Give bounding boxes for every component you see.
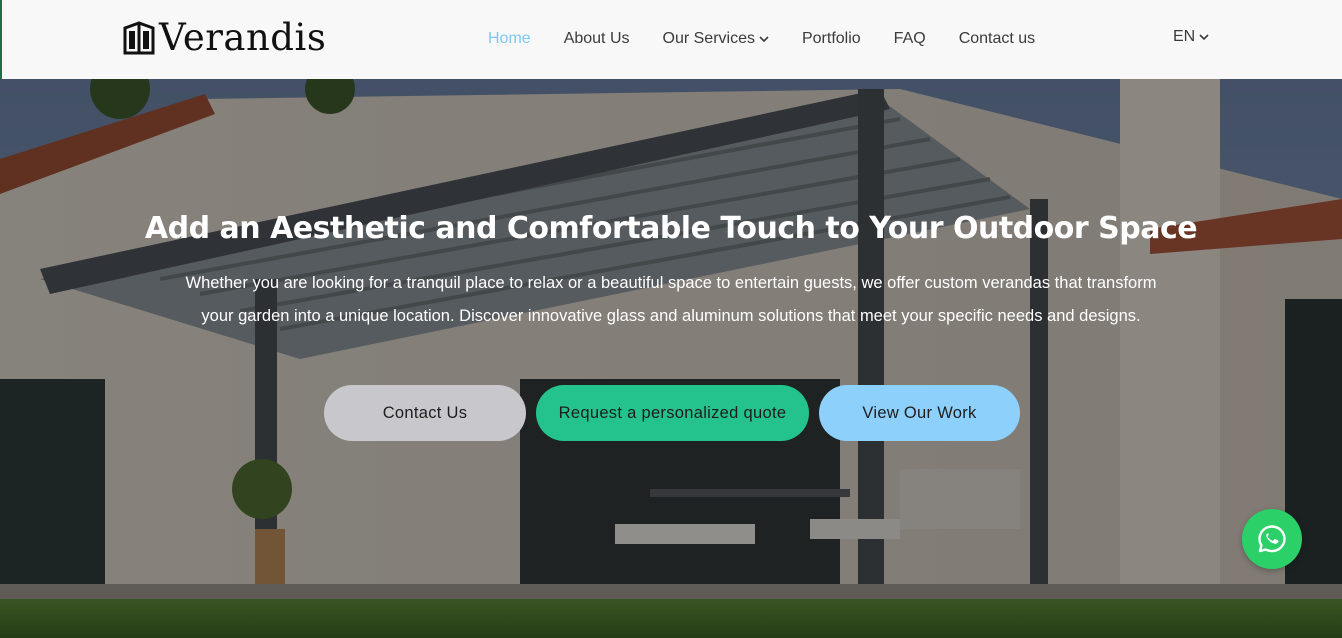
nav-contact-us[interactable]: Contact us xyxy=(959,28,1035,50)
brand-name: Verandis xyxy=(159,16,327,59)
language-label: EN xyxy=(1173,28,1196,45)
nav-about-us[interactable]: About Us xyxy=(564,28,630,50)
whatsapp-chat-button[interactable] xyxy=(1242,509,1302,569)
nav-portfolio[interactable]: Portfolio xyxy=(802,28,861,50)
brand-logo[interactable]: Verandis xyxy=(121,18,326,58)
view-our-work-button[interactable]: View Our Work xyxy=(819,385,1020,441)
main-nav: Home About Us Our Services Portfolio FAQ… xyxy=(488,28,1068,50)
hero-subtitle: Whether you are looking for a tranquil p… xyxy=(185,274,1157,325)
nav-our-services-label: Our Services xyxy=(662,30,755,47)
nav-faq[interactable]: FAQ xyxy=(894,28,926,50)
nav-our-services[interactable]: Our Services xyxy=(663,28,769,50)
contact-us-button[interactable]: Contact Us xyxy=(324,385,526,441)
hero-title: Add an Aesthetic and Comfortable Touch t… xyxy=(144,211,1198,246)
language-selector[interactable]: EN xyxy=(1173,26,1209,48)
hero-section: Add an Aesthetic and Comfortable Touch t… xyxy=(0,79,1342,638)
nav-home[interactable]: Home xyxy=(488,28,531,50)
whatsapp-icon xyxy=(1258,525,1286,553)
veranda-logo-icon xyxy=(123,21,155,55)
hero-overlay xyxy=(0,79,1342,638)
chevron-down-icon xyxy=(759,35,769,42)
request-quote-button[interactable]: Request a personalized quote xyxy=(536,385,809,441)
site-header: Verandis Home About Us Our Services Port… xyxy=(0,0,1342,79)
chevron-down-icon xyxy=(1199,33,1209,40)
